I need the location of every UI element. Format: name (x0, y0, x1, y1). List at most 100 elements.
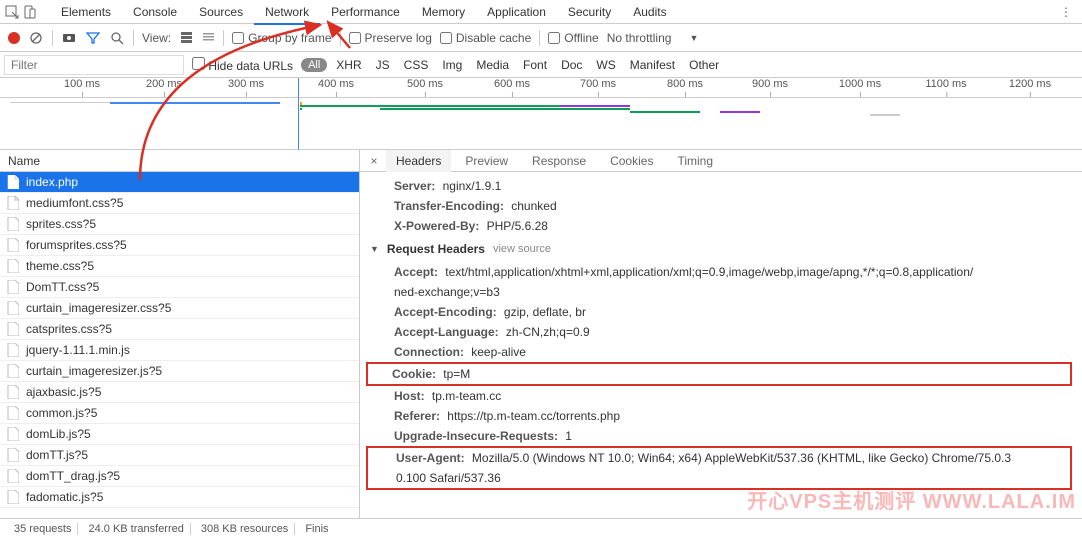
request-list[interactable]: index.php mediumfont.css?5 sprites.css?5… (0, 172, 359, 518)
request-row[interactable]: forumsprites.css?5 (0, 235, 359, 256)
dock-controls (4, 4, 38, 20)
header-key: Cookie: (392, 367, 436, 381)
filter-xhr[interactable]: XHR (331, 57, 366, 73)
header-key: Server: (394, 179, 435, 193)
filter-doc[interactable]: Doc (556, 57, 587, 73)
header-value: Mozilla/5.0 (Windows NT 10.0; Win64; x64… (472, 451, 1011, 465)
tab-headers[interactable]: Headers (386, 150, 451, 172)
screenshot-icon[interactable] (61, 30, 77, 46)
filter-img[interactable]: Img (437, 57, 467, 73)
details-pane: × Headers Preview Response Cookies Timin… (360, 150, 1082, 518)
header-value: PHP/5.6.28 (487, 219, 548, 233)
clear-icon[interactable] (28, 30, 44, 46)
file-name: ajaxbasic.js?5 (26, 385, 101, 399)
file-icon (6, 238, 20, 252)
filter-icon[interactable] (85, 30, 101, 46)
throttling-select[interactable]: No throttling (607, 31, 682, 45)
request-row[interactable]: fadomatic.js?5 (0, 487, 359, 508)
tab-network[interactable]: Network (254, 0, 320, 24)
file-name: DomTT.css?5 (26, 280, 99, 294)
tab-audits[interactable]: Audits (622, 0, 677, 24)
header-value: chunked (511, 199, 556, 213)
request-row[interactable]: domTT.js?5 (0, 445, 359, 466)
details-tabs: × Headers Preview Response Cookies Timin… (360, 150, 1082, 172)
search-icon[interactable] (109, 30, 125, 46)
expand-icon: ▼ (370, 244, 379, 254)
view-source-link[interactable]: view source (493, 243, 551, 255)
timeline-bars (0, 98, 1082, 150)
tab-cookies[interactable]: Cookies (600, 150, 663, 172)
device-icon[interactable] (22, 4, 38, 20)
hide-data-urls-checkbox[interactable]: Hide data URLs (192, 57, 293, 73)
request-row[interactable]: mediumfont.css?5 (0, 193, 359, 214)
request-row[interactable]: ajaxbasic.js?5 (0, 382, 359, 403)
filter-js[interactable]: JS (371, 57, 395, 73)
divider (539, 30, 540, 46)
preserve-log-checkbox[interactable]: Preserve log (349, 31, 432, 45)
request-row[interactable]: curtain_imageresizer.js?5 (0, 361, 359, 382)
tab-memory[interactable]: Memory (411, 0, 476, 24)
view-small-icon[interactable] (201, 31, 215, 45)
request-row[interactable]: sprites.css?5 (0, 214, 359, 235)
file-icon (6, 196, 20, 210)
disable-cache-checkbox[interactable]: Disable cache (440, 31, 531, 45)
filter-ws[interactable]: WS (591, 57, 620, 73)
file-icon (6, 301, 20, 315)
headers-panel[interactable]: Server: nginx/1.9.1 Transfer-Encoding: c… (360, 172, 1082, 518)
offline-checkbox[interactable]: Offline (548, 31, 598, 45)
header-value: 0.100 Safari/537.36 (396, 471, 501, 485)
tab-elements[interactable]: Elements (50, 0, 122, 24)
file-name: jquery-1.11.1.min.js (26, 343, 130, 357)
file-icon (6, 175, 20, 189)
filter-input[interactable] (4, 55, 184, 75)
header-value: tp.m-team.cc (432, 389, 501, 403)
tab-security[interactable]: Security (557, 0, 622, 24)
timeline-overview[interactable]: 100 ms 200 ms 300 ms 400 ms 500 ms 600 m… (0, 78, 1082, 150)
request-row[interactable]: domLib.js?5 (0, 424, 359, 445)
filter-font[interactable]: Font (518, 57, 552, 73)
file-name: fadomatic.js?5 (26, 490, 103, 504)
group-by-frame-checkbox[interactable]: Group by frame (232, 31, 331, 45)
record-button[interactable] (8, 32, 20, 44)
request-row[interactable]: curtain_imageresizer.css?5 (0, 298, 359, 319)
filter-manifest[interactable]: Manifest (625, 57, 680, 73)
status-transferred: 24.0 KB transferred (82, 523, 190, 535)
tab-performance[interactable]: Performance (320, 0, 411, 24)
filter-all[interactable]: All (301, 58, 327, 72)
filter-media[interactable]: Media (471, 57, 514, 73)
file-name: domLib.js?5 (26, 427, 91, 441)
request-headers-section[interactable]: ▼ Request Headers view source (370, 236, 1072, 262)
view-label: View: (142, 31, 171, 45)
request-row[interactable]: theme.css?5 (0, 256, 359, 277)
view-large-icon[interactable] (179, 31, 193, 45)
tab-timing[interactable]: Timing (667, 150, 723, 172)
filter-css[interactable]: CSS (399, 57, 434, 73)
tab-application[interactable]: Application (476, 0, 557, 24)
header-value: gzip, deflate, br (504, 305, 586, 319)
filter-other[interactable]: Other (684, 57, 724, 73)
file-icon (6, 469, 20, 483)
request-row[interactable]: domTT_drag.js?5 (0, 466, 359, 487)
request-row[interactable]: common.js?5 (0, 403, 359, 424)
request-row[interactable]: DomTT.css?5 (0, 277, 359, 298)
file-icon (6, 448, 20, 462)
close-icon[interactable]: × (366, 154, 382, 168)
tab-sources[interactable]: Sources (188, 0, 254, 24)
request-row[interactable]: catsprites.css?5 (0, 319, 359, 340)
tick: 700 ms (580, 78, 616, 90)
file-icon (6, 280, 20, 294)
tab-preview[interactable]: Preview (455, 150, 518, 172)
tab-console[interactable]: Console (122, 0, 188, 24)
name-column-header[interactable]: Name (0, 150, 359, 172)
inspect-icon[interactable] (4, 4, 20, 20)
request-row[interactable]: jquery-1.11.1.min.js (0, 340, 359, 361)
header-key: Upgrade-Insecure-Requests: (394, 429, 558, 443)
dom-content-line (298, 78, 299, 150)
more-icon[interactable]: ⋮ (1054, 5, 1078, 19)
request-row[interactable]: index.php (0, 172, 359, 193)
file-icon (6, 427, 20, 441)
file-icon (6, 364, 20, 378)
tab-response[interactable]: Response (522, 150, 596, 172)
chevron-down-icon: ▼ (689, 33, 698, 43)
tick: 500 ms (407, 78, 443, 90)
